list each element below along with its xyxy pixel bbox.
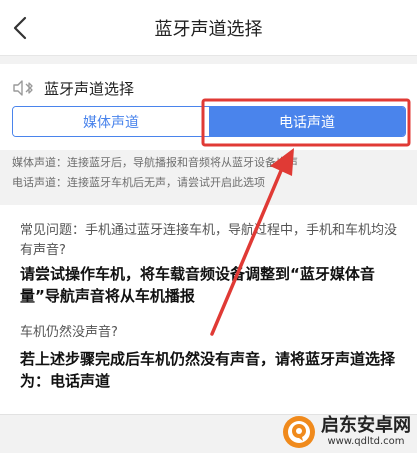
phone-channel-option[interactable]: 电话声道 bbox=[209, 107, 405, 136]
faq-card: 常见问题：手机通过蓝牙连接车机，导航过程中，手机和车机均没有声音? 请尝试操作车… bbox=[0, 205, 417, 415]
bluetooth-speaker-icon bbox=[13, 80, 33, 96]
channel-notes: 媒体声道：连接蓝牙后，导航播报和音频将从蓝牙设备出声 电话声道：连接蓝牙车机后无… bbox=[12, 153, 412, 193]
section-title: 蓝牙声道选择 bbox=[44, 79, 135, 98]
faq-answer-1: 请尝试操作车机，将车载音频设备调整到“蓝牙媒体音量”导航声音将从车机播报 bbox=[20, 265, 375, 305]
channel-switch: 媒体声道 电话声道 bbox=[12, 106, 406, 137]
watermark-name: 启东安卓网 bbox=[321, 415, 411, 436]
page-title: 蓝牙声道选择 bbox=[154, 19, 263, 40]
faq-question-1: 常见问题：手机通过蓝牙连接车机，导航过程中，手机和车机均没有声音? bbox=[20, 223, 398, 258]
faq-question-2: 车机仍然没声音? bbox=[20, 325, 118, 340]
media-channel-option[interactable]: 媒体声道 bbox=[13, 107, 209, 136]
media-channel-note: 媒体声道：连接蓝牙后，导航播报和音频将从蓝牙设备出声 bbox=[12, 156, 298, 169]
channel-card: 蓝牙声道选择 媒体声道 电话声道 bbox=[0, 64, 417, 150]
faq-answer-2: 若上述步骤完成后车机仍然没有声音，请将蓝牙声道选择为：电话声道 bbox=[20, 350, 396, 390]
watermark-text: 启东安卓网 www.qdltd.com bbox=[321, 416, 411, 448]
nav-bar: 蓝牙声道选择 bbox=[0, 0, 417, 56]
watermark-url: www.qdltd.com bbox=[327, 436, 405, 447]
phone-channel-note: 电话声道：连接蓝牙车机后无声，请尝试开启此选项 bbox=[12, 176, 265, 189]
section-header: 蓝牙声道选择 bbox=[12, 76, 134, 100]
watermark: 启东安卓网 www.qdltd.com bbox=[282, 415, 411, 449]
watermark-logo-icon bbox=[283, 416, 315, 448]
